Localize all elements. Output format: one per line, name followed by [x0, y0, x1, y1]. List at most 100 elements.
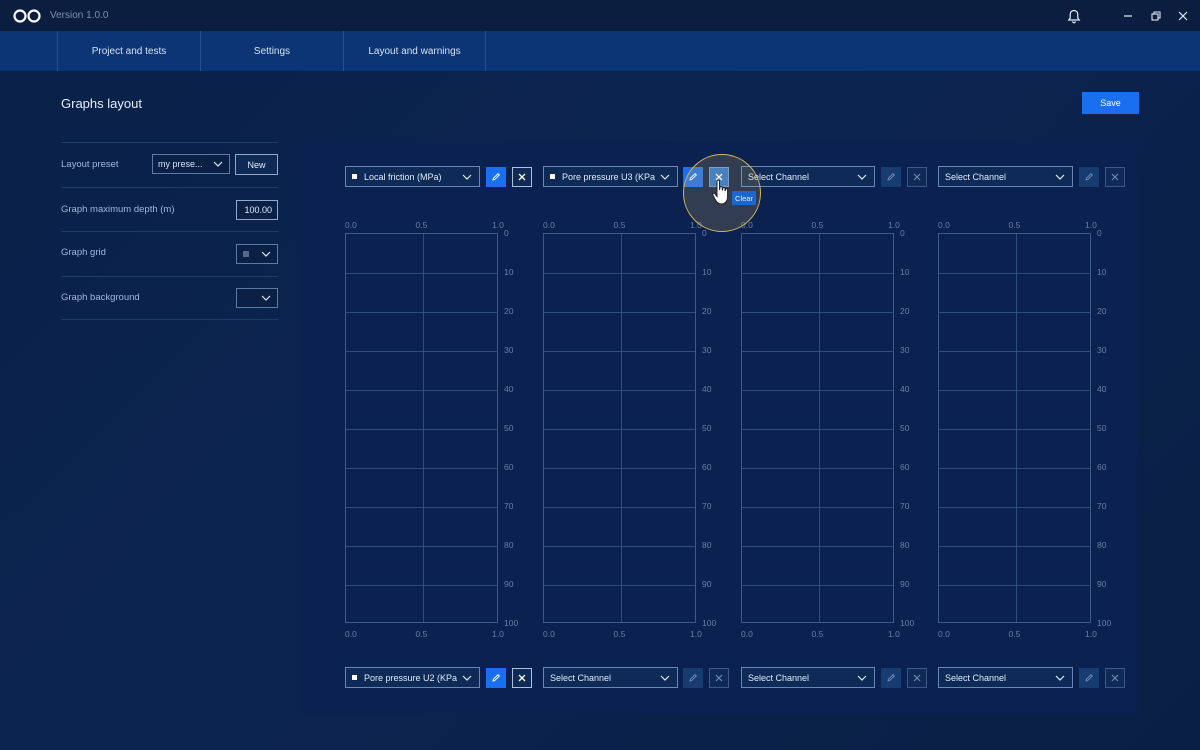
edit-channel-button-bottom-1[interactable] [486, 668, 506, 688]
graph-grid-select[interactable] [236, 244, 278, 264]
depth-tick-label: 100 [702, 618, 717, 628]
channel-label: Pore pressure U3 (KPa [562, 171, 656, 182]
x-icon [518, 173, 526, 181]
edit-channel-button-top-1[interactable] [486, 167, 506, 187]
clear-channel-button-bottom-3[interactable] [907, 668, 927, 688]
grid-line-horizontal [939, 351, 1090, 352]
channel-select-bottom-4[interactable]: Select Channel [938, 667, 1073, 688]
layout-preset-select[interactable]: my prese... [152, 154, 230, 174]
channel-select-bottom-3[interactable]: Select Channel [741, 667, 875, 688]
clear-channel-button-top-3[interactable] [907, 167, 927, 187]
minimize-button[interactable] [1118, 6, 1138, 26]
minimize-icon [1124, 15, 1132, 17]
channel-select-top-2[interactable]: Pore pressure U3 (KPa [543, 166, 678, 187]
tab-settings[interactable]: Settings [200, 31, 343, 71]
channel-select-top-3[interactable]: Select Channel [741, 166, 875, 187]
depth-tick-label: 100 [900, 618, 915, 628]
grid-line-horizontal [939, 585, 1090, 586]
depth-graph-1 [345, 233, 498, 623]
grid-line-horizontal [939, 468, 1090, 469]
hand-pointer-icon [712, 179, 729, 205]
new-preset-button[interactable]: New [235, 154, 278, 175]
clear-channel-button-bottom-1[interactable] [512, 668, 532, 688]
depth-graph-3 [741, 233, 894, 623]
x-icon [715, 674, 723, 682]
depth-tick-label: 50 [702, 423, 712, 433]
save-button[interactable]: Save [1082, 92, 1139, 114]
depth-tick-label: 40 [1097, 384, 1107, 394]
x-tick-label: 0.5 [613, 220, 626, 230]
x-tick-label: 0.0 [543, 220, 555, 230]
close-window-button[interactable] [1173, 6, 1193, 26]
x-icon [1111, 173, 1119, 181]
depth-tick-label: 90 [900, 579, 910, 589]
tab-project-and-tests[interactable]: Project and tests [57, 31, 200, 71]
x-tick-label: 1.0 [492, 220, 504, 230]
restore-button[interactable] [1146, 6, 1166, 26]
x-tick-label: 0.5 [415, 220, 428, 230]
x-tick-label: 0.5 [613, 629, 626, 639]
grid-line-horizontal [346, 273, 497, 274]
x-tick-label: 1.0 [1085, 629, 1097, 639]
x-tick-label: 1.0 [690, 629, 702, 639]
depth-tick-label: 60 [1097, 462, 1107, 472]
depth-tick-label: 20 [702, 306, 712, 316]
edit-channel-button-bottom-2[interactable] [683, 668, 703, 688]
settings-panel: Layout preset my prese... New Graph maxi… [61, 142, 278, 320]
grid-color-swatch [243, 251, 249, 257]
depth-tick-label: 30 [900, 345, 910, 355]
grid-line-vertical [819, 234, 820, 622]
channel-select-bottom-1[interactable]: Pore pressure U2 (KPa [345, 667, 480, 688]
channel-dot [550, 174, 555, 179]
depth-tick-label: 70 [900, 501, 910, 511]
edit-channel-button-bottom-4[interactable] [1079, 668, 1099, 688]
main-tabs: Project and tests Settings Layout and wa… [0, 31, 1200, 71]
grid-line-horizontal [346, 351, 497, 352]
depth-tick-label: 50 [504, 423, 514, 433]
depth-graph-2 [543, 233, 696, 623]
pencil-icon [1085, 172, 1094, 181]
channel-label: Select Channel [945, 672, 1007, 683]
depth-tick-label: 90 [504, 579, 514, 589]
notifications-button[interactable] [1064, 6, 1084, 26]
grid-line-vertical [621, 234, 622, 622]
x-tick-label: 0.5 [415, 629, 428, 639]
depth-tick-label: 0 [702, 228, 707, 238]
grid-line-horizontal [346, 507, 497, 508]
pencil-icon [1085, 673, 1094, 682]
grid-line-horizontal [742, 468, 893, 469]
grid-line-horizontal [544, 312, 695, 313]
grid-line-horizontal [544, 546, 695, 547]
grid-line-horizontal [346, 546, 497, 547]
edit-channel-button-bottom-3[interactable] [881, 668, 901, 688]
graph-background-select[interactable] [236, 287, 278, 308]
grid-line-vertical [1016, 234, 1017, 622]
tab-layout-and-warnings[interactable]: Layout and warnings [343, 31, 486, 71]
x-tick-label: 0.5 [1008, 220, 1021, 230]
clear-channel-button-top-1[interactable] [512, 167, 532, 187]
edit-channel-button-top-3[interactable] [881, 167, 901, 187]
depth-graph-4 [938, 233, 1091, 623]
clear-channel-button-top-4[interactable] [1105, 167, 1125, 187]
channel-select-top-4[interactable]: Select Channel [938, 166, 1073, 187]
clear-channel-button-bottom-2[interactable] [709, 668, 729, 688]
depth-tick-label: 0 [504, 228, 509, 238]
pencil-icon [887, 673, 896, 682]
grid-line-horizontal [742, 312, 893, 313]
grid-line-horizontal [742, 507, 893, 508]
clear-channel-button-bottom-4[interactable] [1105, 668, 1125, 688]
x-tick-label: 0.0 [345, 629, 357, 639]
depth-tick-label: 20 [504, 306, 514, 316]
depth-tick-label: 80 [504, 540, 514, 550]
x-tick-label: 1.0 [1085, 220, 1097, 230]
x-tick-label: 0.0 [938, 629, 950, 639]
max-depth-input[interactable]: 100.00 [236, 199, 278, 220]
graph-background-label: Graph background [61, 292, 140, 304]
channel-select-top-1[interactable]: Local friction (MPa) [345, 166, 480, 187]
graph-grid-row: Graph grid [61, 231, 278, 276]
depth-tick-label: 70 [702, 501, 712, 511]
x-tick-label: 1.0 [492, 629, 504, 639]
channel-select-bottom-2[interactable]: Select Channel [543, 667, 678, 688]
edit-channel-button-top-4[interactable] [1079, 167, 1099, 187]
pencil-icon [492, 172, 501, 181]
